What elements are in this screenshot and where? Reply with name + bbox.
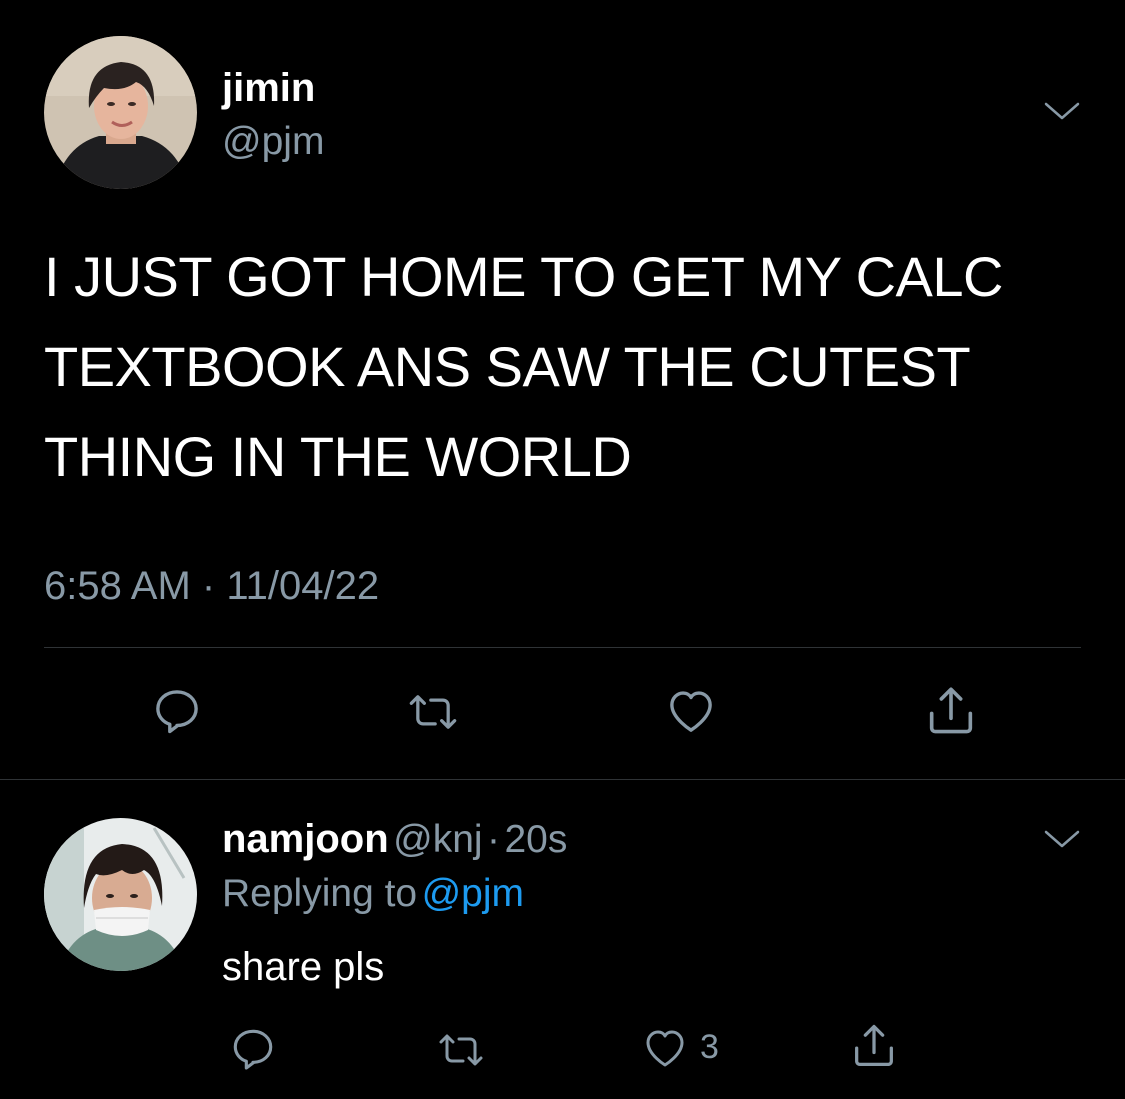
tweet-time: 6:58 AM (44, 564, 191, 608)
like-count: 3 (700, 1028, 719, 1066)
replying-to: Replying to @pjm (222, 872, 524, 916)
reply-icon[interactable] (228, 1024, 278, 1074)
share-icon[interactable] (848, 1020, 900, 1072)
profile-photo-icon (44, 818, 197, 971)
reply-author-display-name[interactable]: namjoon (222, 817, 389, 861)
reply-header: namjoon @knj · 20s (222, 817, 567, 862)
retweet-icon[interactable] (434, 1026, 488, 1074)
reply-text: share pls (222, 945, 385, 989)
tweet-text-line: TEXTBOOK ANS SAW THE CUTEST (44, 335, 971, 398)
avatar-namjoon[interactable] (44, 818, 197, 971)
share-icon[interactable] (922, 682, 980, 740)
reply-age[interactable]: 20s (504, 818, 567, 861)
meta-separator: · (201, 564, 216, 608)
chevron-down-icon[interactable] (1042, 98, 1082, 129)
replying-to-mention[interactable]: @pjm (422, 872, 524, 915)
tweet-date: 11/04/22 (226, 564, 380, 608)
reply-author-handle[interactable]: @knj (393, 818, 482, 861)
tweet-text-line: I JUST GOT HOME TO GET MY CALC (44, 245, 1003, 308)
like-icon[interactable] (640, 1024, 690, 1072)
like-icon[interactable] (662, 684, 720, 738)
divider (44, 647, 1081, 648)
replying-to-label: Replying to (222, 872, 418, 915)
tweet-timestamp[interactable]: 6:58 AM · 11/04/22 (44, 564, 379, 609)
divider (0, 779, 1125, 780)
profile-photo-icon (44, 36, 197, 189)
retweet-icon[interactable] (404, 686, 462, 738)
meta-separator: · (487, 818, 501, 861)
author-handle[interactable]: @pjm (222, 120, 324, 164)
chevron-down-icon[interactable] (1042, 826, 1082, 857)
author-display-name[interactable]: jimin (222, 66, 315, 111)
avatar-jimin[interactable] (44, 36, 197, 189)
tweet-text-line: THING IN THE WORLD (44, 425, 632, 488)
reply-icon[interactable] (150, 684, 204, 738)
